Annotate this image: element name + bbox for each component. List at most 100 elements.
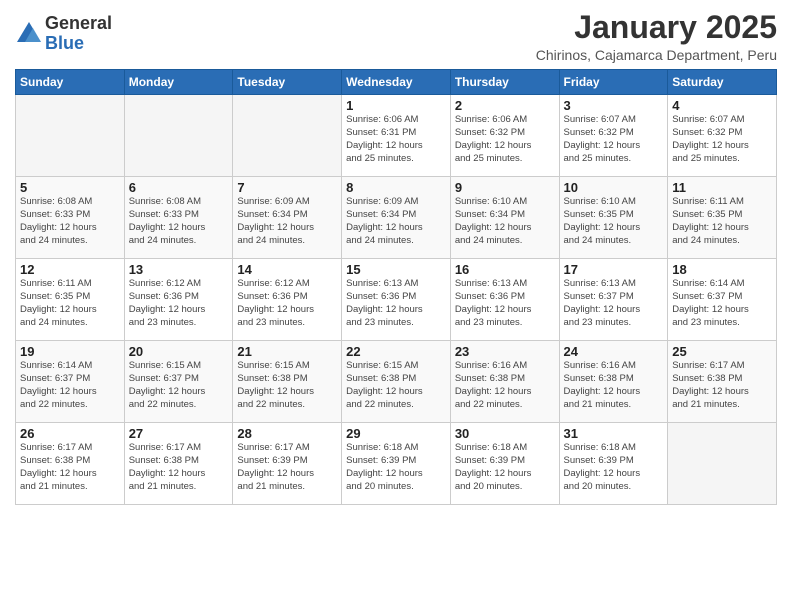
calendar-cell: 17Sunrise: 6:13 AM Sunset: 6:37 PM Dayli… <box>559 259 668 341</box>
logo-blue: Blue <box>45 34 112 54</box>
day-info: Sunrise: 6:16 AM Sunset: 6:38 PM Dayligh… <box>564 360 664 411</box>
calendar-cell: 20Sunrise: 6:15 AM Sunset: 6:37 PM Dayli… <box>124 341 233 423</box>
calendar-cell: 16Sunrise: 6:13 AM Sunset: 6:36 PM Dayli… <box>450 259 559 341</box>
calendar-cell: 15Sunrise: 6:13 AM Sunset: 6:36 PM Dayli… <box>342 259 451 341</box>
day-info: Sunrise: 6:15 AM Sunset: 6:38 PM Dayligh… <box>237 360 337 411</box>
header-saturday: Saturday <box>668 70 777 95</box>
day-info: Sunrise: 6:09 AM Sunset: 6:34 PM Dayligh… <box>237 196 337 247</box>
header-thursday: Thursday <box>450 70 559 95</box>
day-number: 23 <box>455 344 555 359</box>
day-info: Sunrise: 6:17 AM Sunset: 6:38 PM Dayligh… <box>129 442 229 493</box>
day-info: Sunrise: 6:06 AM Sunset: 6:32 PM Dayligh… <box>455 114 555 165</box>
calendar-cell: 27Sunrise: 6:17 AM Sunset: 6:38 PM Dayli… <box>124 423 233 505</box>
day-number: 9 <box>455 180 555 195</box>
day-info: Sunrise: 6:06 AM Sunset: 6:31 PM Dayligh… <box>346 114 446 165</box>
day-number: 8 <box>346 180 446 195</box>
day-number: 10 <box>564 180 664 195</box>
calendar-cell: 6Sunrise: 6:08 AM Sunset: 6:33 PM Daylig… <box>124 177 233 259</box>
day-info: Sunrise: 6:07 AM Sunset: 6:32 PM Dayligh… <box>564 114 664 165</box>
day-info: Sunrise: 6:14 AM Sunset: 6:37 PM Dayligh… <box>20 360 120 411</box>
calendar-cell: 3Sunrise: 6:07 AM Sunset: 6:32 PM Daylig… <box>559 95 668 177</box>
day-info: Sunrise: 6:14 AM Sunset: 6:37 PM Dayligh… <box>672 278 772 329</box>
title-block: January 2025 Chirinos, Cajamarca Departm… <box>536 10 777 63</box>
day-info: Sunrise: 6:13 AM Sunset: 6:37 PM Dayligh… <box>564 278 664 329</box>
day-number: 13 <box>129 262 229 277</box>
day-info: Sunrise: 6:12 AM Sunset: 6:36 PM Dayligh… <box>129 278 229 329</box>
day-info: Sunrise: 6:16 AM Sunset: 6:38 PM Dayligh… <box>455 360 555 411</box>
day-number: 11 <box>672 180 772 195</box>
calendar-cell: 18Sunrise: 6:14 AM Sunset: 6:37 PM Dayli… <box>668 259 777 341</box>
day-info: Sunrise: 6:08 AM Sunset: 6:33 PM Dayligh… <box>129 196 229 247</box>
day-number: 4 <box>672 98 772 113</box>
day-info: Sunrise: 6:09 AM Sunset: 6:34 PM Dayligh… <box>346 196 446 247</box>
day-info: Sunrise: 6:18 AM Sunset: 6:39 PM Dayligh… <box>455 442 555 493</box>
day-number: 20 <box>129 344 229 359</box>
day-info: Sunrise: 6:17 AM Sunset: 6:38 PM Dayligh… <box>20 442 120 493</box>
calendar-cell: 11Sunrise: 6:11 AM Sunset: 6:35 PM Dayli… <box>668 177 777 259</box>
logo: General Blue <box>15 14 112 54</box>
day-info: Sunrise: 6:08 AM Sunset: 6:33 PM Dayligh… <box>20 196 120 247</box>
day-number: 2 <box>455 98 555 113</box>
calendar-cell: 13Sunrise: 6:12 AM Sunset: 6:36 PM Dayli… <box>124 259 233 341</box>
calendar-cell: 31Sunrise: 6:18 AM Sunset: 6:39 PM Dayli… <box>559 423 668 505</box>
title-location: Chirinos, Cajamarca Department, Peru <box>536 47 777 63</box>
day-number: 17 <box>564 262 664 277</box>
day-number: 12 <box>20 262 120 277</box>
day-number: 16 <box>455 262 555 277</box>
calendar-cell: 23Sunrise: 6:16 AM Sunset: 6:38 PM Dayli… <box>450 341 559 423</box>
calendar-cell: 1Sunrise: 6:06 AM Sunset: 6:31 PM Daylig… <box>342 95 451 177</box>
day-info: Sunrise: 6:11 AM Sunset: 6:35 PM Dayligh… <box>20 278 120 329</box>
day-number: 27 <box>129 426 229 441</box>
day-number: 5 <box>20 180 120 195</box>
day-number: 1 <box>346 98 446 113</box>
day-info: Sunrise: 6:17 AM Sunset: 6:38 PM Dayligh… <box>672 360 772 411</box>
day-number: 6 <box>129 180 229 195</box>
title-month: January 2025 <box>536 10 777 45</box>
day-info: Sunrise: 6:07 AM Sunset: 6:32 PM Dayligh… <box>672 114 772 165</box>
calendar-cell: 21Sunrise: 6:15 AM Sunset: 6:38 PM Dayli… <box>233 341 342 423</box>
calendar-week-4: 19Sunrise: 6:14 AM Sunset: 6:37 PM Dayli… <box>16 341 777 423</box>
calendar-cell: 28Sunrise: 6:17 AM Sunset: 6:39 PM Dayli… <box>233 423 342 505</box>
calendar-cell: 9Sunrise: 6:10 AM Sunset: 6:34 PM Daylig… <box>450 177 559 259</box>
day-info: Sunrise: 6:18 AM Sunset: 6:39 PM Dayligh… <box>564 442 664 493</box>
calendar-cell: 29Sunrise: 6:18 AM Sunset: 6:39 PM Dayli… <box>342 423 451 505</box>
calendar-cell: 14Sunrise: 6:12 AM Sunset: 6:36 PM Dayli… <box>233 259 342 341</box>
calendar-cell: 7Sunrise: 6:09 AM Sunset: 6:34 PM Daylig… <box>233 177 342 259</box>
day-number: 14 <box>237 262 337 277</box>
calendar-cell <box>124 95 233 177</box>
day-number: 28 <box>237 426 337 441</box>
day-info: Sunrise: 6:15 AM Sunset: 6:38 PM Dayligh… <box>346 360 446 411</box>
day-number: 15 <box>346 262 446 277</box>
calendar-cell: 26Sunrise: 6:17 AM Sunset: 6:38 PM Dayli… <box>16 423 125 505</box>
day-number: 29 <box>346 426 446 441</box>
day-info: Sunrise: 6:12 AM Sunset: 6:36 PM Dayligh… <box>237 278 337 329</box>
calendar-week-3: 12Sunrise: 6:11 AM Sunset: 6:35 PM Dayli… <box>16 259 777 341</box>
calendar-cell: 2Sunrise: 6:06 AM Sunset: 6:32 PM Daylig… <box>450 95 559 177</box>
day-info: Sunrise: 6:10 AM Sunset: 6:34 PM Dayligh… <box>455 196 555 247</box>
day-info: Sunrise: 6:10 AM Sunset: 6:35 PM Dayligh… <box>564 196 664 247</box>
header: General Blue January 2025 Chirinos, Caja… <box>15 10 777 63</box>
day-info: Sunrise: 6:13 AM Sunset: 6:36 PM Dayligh… <box>346 278 446 329</box>
calendar-cell: 8Sunrise: 6:09 AM Sunset: 6:34 PM Daylig… <box>342 177 451 259</box>
day-number: 25 <box>672 344 772 359</box>
day-info: Sunrise: 6:18 AM Sunset: 6:39 PM Dayligh… <box>346 442 446 493</box>
day-number: 21 <box>237 344 337 359</box>
logo-general: General <box>45 14 112 34</box>
calendar-cell: 22Sunrise: 6:15 AM Sunset: 6:38 PM Dayli… <box>342 341 451 423</box>
header-tuesday: Tuesday <box>233 70 342 95</box>
logo-text: General Blue <box>45 14 112 54</box>
header-friday: Friday <box>559 70 668 95</box>
day-number: 24 <box>564 344 664 359</box>
calendar-cell: 30Sunrise: 6:18 AM Sunset: 6:39 PM Dayli… <box>450 423 559 505</box>
calendar-cell <box>233 95 342 177</box>
header-wednesday: Wednesday <box>342 70 451 95</box>
day-info: Sunrise: 6:13 AM Sunset: 6:36 PM Dayligh… <box>455 278 555 329</box>
day-number: 19 <box>20 344 120 359</box>
calendar-week-1: 1Sunrise: 6:06 AM Sunset: 6:31 PM Daylig… <box>16 95 777 177</box>
calendar-cell: 19Sunrise: 6:14 AM Sunset: 6:37 PM Dayli… <box>16 341 125 423</box>
calendar-cell: 4Sunrise: 6:07 AM Sunset: 6:32 PM Daylig… <box>668 95 777 177</box>
day-number: 22 <box>346 344 446 359</box>
header-monday: Monday <box>124 70 233 95</box>
calendar-cell: 5Sunrise: 6:08 AM Sunset: 6:33 PM Daylig… <box>16 177 125 259</box>
calendar-week-5: 26Sunrise: 6:17 AM Sunset: 6:38 PM Dayli… <box>16 423 777 505</box>
